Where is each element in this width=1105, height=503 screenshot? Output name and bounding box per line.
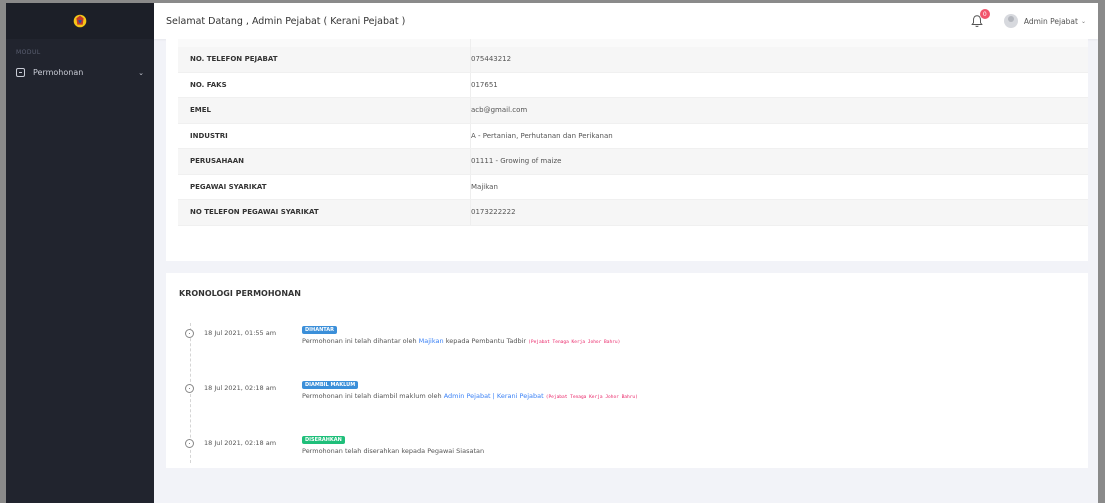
row-value-text: A - Pertanian, Perhutanan dan Perikanan bbox=[471, 131, 613, 140]
table-row: EMEL acb@gmail.com bbox=[178, 98, 1088, 124]
chevron-down-icon[interactable]: ⌄ bbox=[1081, 18, 1086, 25]
row-value-text: 0173222222 bbox=[471, 208, 516, 217]
event-office: (Pejabat Tenaga Kerja Johor Bahru) bbox=[528, 340, 621, 345]
event-date: 18 Jul 2021, 01:55 am bbox=[204, 329, 277, 337]
status-badge: DISERAHKAN bbox=[302, 436, 345, 444]
sidebar: MODUL Permohonan ⌄ bbox=[6, 3, 154, 503]
logo[interactable] bbox=[6, 3, 154, 39]
status-badge: DIHANTAR bbox=[302, 326, 337, 334]
chevron-down-icon: ⌄ bbox=[138, 68, 144, 77]
sidebar-item-label: Permohonan bbox=[33, 68, 84, 77]
event-text: Permohonan ini telah diambil maklum oleh bbox=[302, 392, 444, 400]
event-text: Permohonan telah diserahkan kepada Pegaw… bbox=[302, 447, 485, 455]
topbar: Selamat Datang , Admin Pejabat ( Kerani … bbox=[154, 3, 1098, 39]
row-label: EMEL bbox=[190, 106, 211, 115]
crest-icon bbox=[73, 14, 87, 28]
sidebar-item-permohonan[interactable]: Permohonan ⌄ bbox=[6, 60, 154, 85]
app-window: MODUL Permohonan ⌄ Selamat Datang , Admi… bbox=[6, 3, 1098, 503]
table-row: NO TELEFON PEGAWAI SYARIKAT 0173222222 bbox=[178, 200, 1088, 226]
timeline-card: KRONOLOGI PERMOHONAN 18 Jul 2021, 01:55 … bbox=[166, 273, 1088, 468]
clock-icon bbox=[185, 384, 194, 393]
clock-icon bbox=[185, 329, 194, 338]
row-value: A - Pertanian, Perhutanan dan Perikanan bbox=[470, 123, 1088, 148]
notification-button[interactable]: 0 bbox=[970, 9, 990, 29]
row-label: NO TELEFON PEGAWAI SYARIKAT bbox=[190, 208, 319, 217]
row-label: PEGAWAI SYARIKAT bbox=[190, 182, 267, 191]
event-date: 18 Jul 2021, 02:18 am bbox=[204, 439, 277, 447]
event-actor-link[interactable]: Admin Pejabat | Kerani Pejabat bbox=[444, 392, 544, 400]
table-row: PERUSAHAAN 01111 - Growing of maize bbox=[178, 149, 1088, 175]
row-value-text: 01111 - Growing of maize bbox=[471, 157, 562, 166]
row-value-text: 017651 bbox=[471, 80, 498, 89]
table-row: INDUSTRI A - Pertanian, Perhutanan dan Pe… bbox=[178, 123, 1088, 149]
row-value-text: 075443212 bbox=[471, 55, 512, 64]
event-date: 18 Jul 2021, 02:18 am bbox=[204, 384, 277, 392]
status-badge: DIAMBIL MAKLUM bbox=[302, 381, 359, 389]
row-value: 075443212 bbox=[470, 47, 1088, 72]
document-icon bbox=[16, 68, 25, 77]
welcome-text: Selamat Datang , Admin Pejabat ( Kerani … bbox=[166, 15, 406, 27]
table-row: NO. FAKS 017651 bbox=[178, 72, 1088, 98]
user-menu[interactable]: Admin Pejabat bbox=[1024, 17, 1078, 26]
row-value: 017651 bbox=[470, 72, 1088, 97]
clock-icon bbox=[185, 439, 194, 448]
timeline-title: KRONOLOGI PERMOHONAN bbox=[179, 289, 301, 298]
sidebar-section-label: MODUL bbox=[16, 49, 41, 56]
row-label: PERUSAHAAN bbox=[190, 157, 244, 166]
row-label: NO. FAKS bbox=[190, 80, 227, 89]
row-label: INDUSTRI bbox=[190, 131, 228, 140]
table-row: PEGAWAI SYARIKAT Majikan bbox=[178, 174, 1088, 200]
avatar[interactable] bbox=[1003, 14, 1018, 28]
row-value: Majikan bbox=[470, 174, 1088, 199]
event-text: Permohonan ini telah dihantar oleh bbox=[302, 337, 419, 345]
details-card: NO. TELEFON PEJABAT 075443212 NO. FAKS 0176… bbox=[166, 39, 1088, 261]
row-label: NO. TELEFON PEJABAT bbox=[190, 55, 278, 64]
row-value-text: acb@gmail.com bbox=[471, 106, 528, 115]
row-value: 0173222222 bbox=[470, 200, 1088, 225]
event-actor-link[interactable]: Majikan bbox=[419, 337, 444, 345]
table-row: NO. TELEFON PEJABAT 075443212 bbox=[178, 47, 1088, 73]
row-value: acb@gmail.com bbox=[470, 98, 1088, 123]
notification-badge: 0 bbox=[979, 9, 990, 19]
row-value: 01111 - Growing of maize bbox=[470, 149, 1088, 174]
event-description: Permohonan ini telah diambil maklum oleh… bbox=[302, 392, 638, 400]
event-text: kepada Pembantu Tadbir bbox=[443, 337, 529, 345]
row-value-text: Majikan bbox=[471, 182, 498, 191]
event-description: Permohonan ini telah dihantar oleh Majik… bbox=[302, 337, 620, 345]
details-table: NO. TELEFON PEJABAT 075443212 NO. FAKS 0176… bbox=[178, 39, 1088, 226]
event-description: Permohonan telah diserahkan kepada Pegaw… bbox=[302, 447, 484, 455]
event-office: (Pejabat Tenaga Kerja Johor Bahru) bbox=[545, 395, 638, 400]
